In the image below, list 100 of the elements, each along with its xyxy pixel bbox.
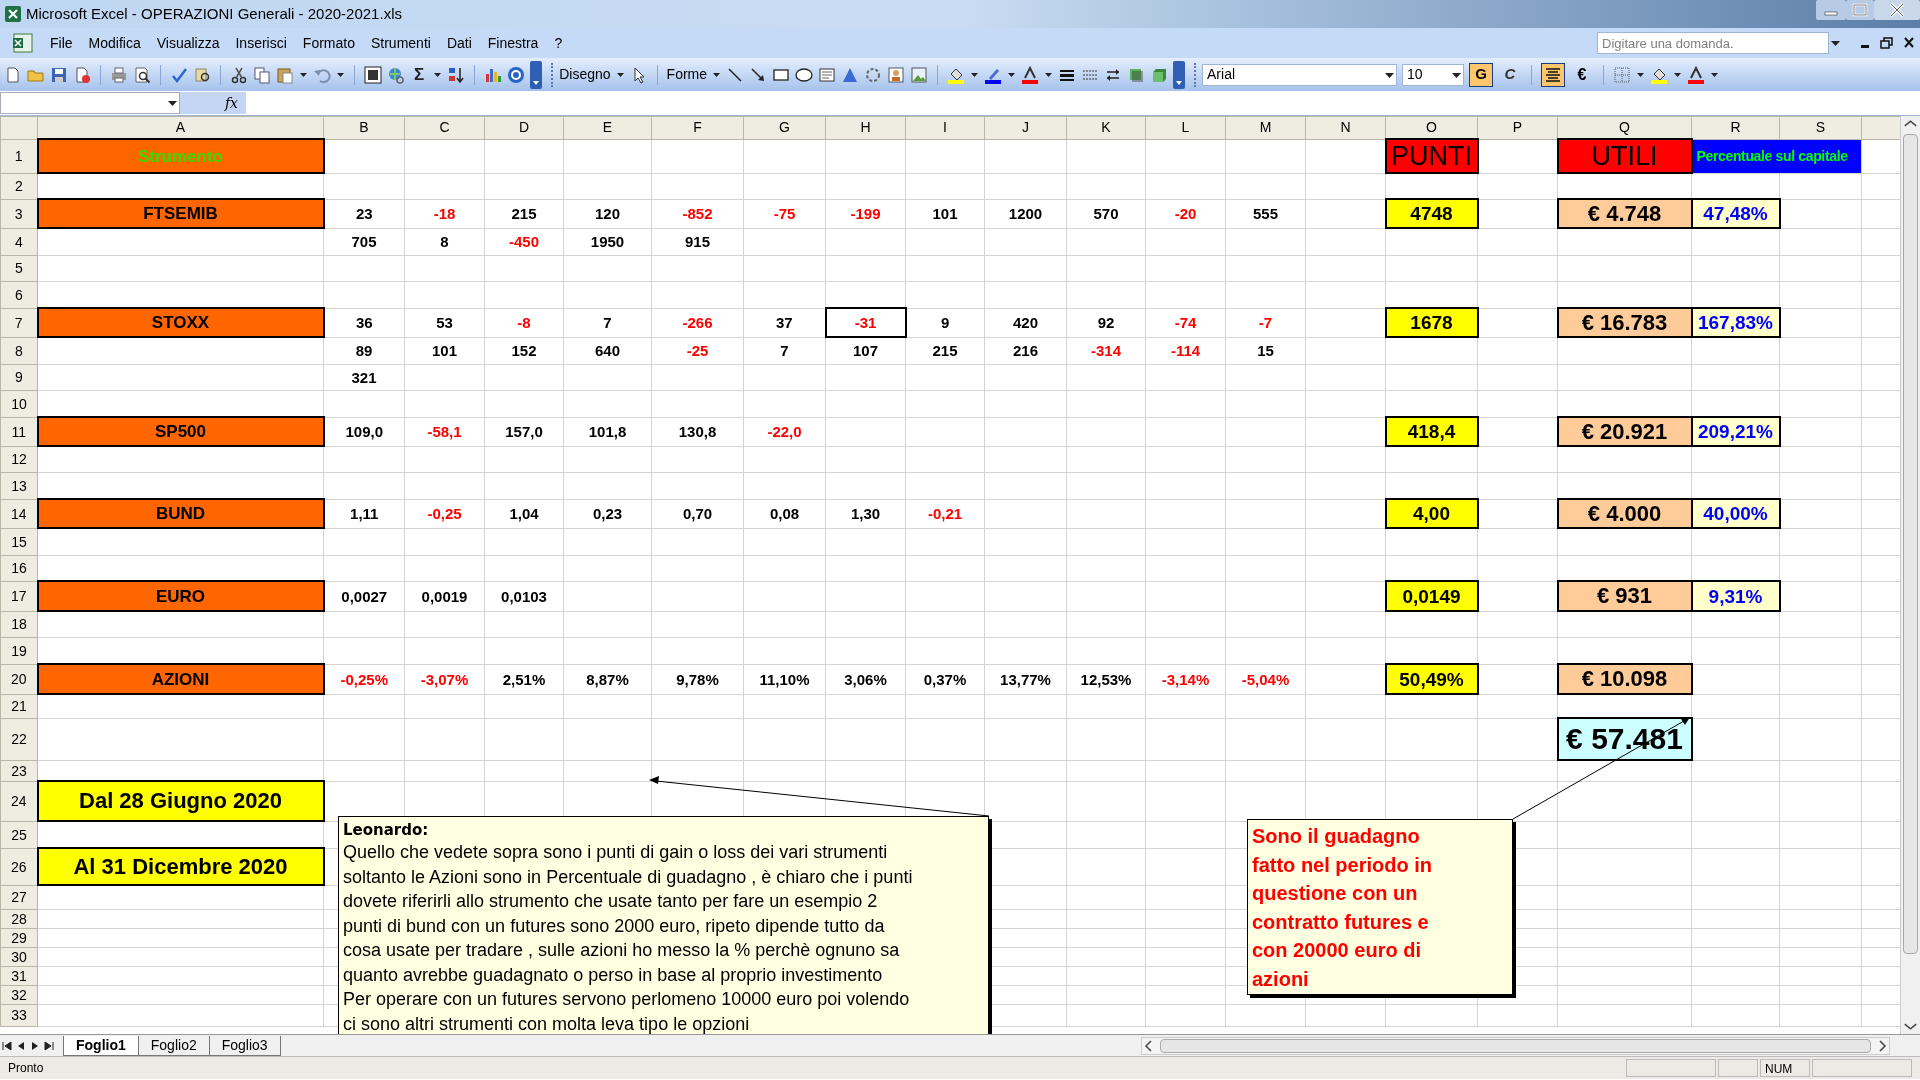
font-color-icon[interactable]	[1021, 65, 1040, 84]
row-header[interactable]: 16	[0, 555, 38, 581]
caret-icon[interactable]	[1673, 70, 1683, 79]
menu-item[interactable]: Formato	[294, 32, 363, 54]
bold-button[interactable]: G	[1469, 62, 1494, 87]
row-header[interactable]: 13	[0, 472, 38, 499]
font-name-field[interactable]: Arial	[1202, 63, 1398, 86]
row-header[interactable]: 1	[0, 139, 38, 173]
font-color-icon[interactable]	[1687, 65, 1706, 84]
excel-icon[interactable]	[12, 32, 34, 54]
caret-icon[interactable]	[299, 70, 308, 79]
caret-icon[interactable]	[1636, 70, 1646, 79]
clip-art-icon[interactable]	[887, 65, 906, 84]
print-preview-icon[interactable]	[133, 65, 151, 84]
row-header[interactable]: 21	[0, 694, 38, 718]
column-header[interactable]: K	[1066, 116, 1146, 139]
toolbar-options-icon[interactable]	[530, 60, 543, 89]
row-header[interactable]: 4	[0, 228, 38, 255]
close-icon[interactable]	[1902, 37, 1916, 49]
scroll-thumb[interactable]	[1159, 1038, 1871, 1053]
column-header[interactable]: S	[1779, 116, 1862, 139]
caret-icon[interactable]	[336, 70, 345, 79]
column-header[interactable]: G	[743, 116, 826, 139]
caret-icon[interactable]	[1007, 70, 1017, 79]
sheet-tab[interactable]: Foglio3	[208, 1036, 281, 1056]
row-header[interactable]: 19	[0, 637, 38, 664]
row-header[interactable]: 5	[0, 255, 38, 281]
row-header[interactable]: 20	[0, 664, 38, 694]
sheet-tab[interactable]: Foglio1	[63, 1036, 139, 1056]
caret-icon[interactable]	[712, 70, 722, 79]
text-box-icon[interactable]	[818, 65, 837, 84]
cut-icon[interactable]	[230, 65, 248, 84]
row-header[interactable]: 7	[0, 308, 38, 337]
new-document-icon[interactable]	[4, 65, 22, 84]
column-header[interactable]: F	[651, 116, 744, 139]
italic-button[interactable]: C	[1498, 62, 1523, 87]
copy-icon[interactable]	[253, 65, 271, 84]
row-header[interactable]: 6	[0, 281, 38, 308]
close-button[interactable]	[1874, 0, 1920, 20]
row-header[interactable]: 11	[0, 417, 38, 446]
image-icon[interactable]	[910, 65, 929, 84]
row-header[interactable]: 33	[0, 1004, 38, 1026]
align-center-button[interactable]	[1541, 62, 1566, 87]
menu-item[interactable]: Strumenti	[362, 32, 439, 54]
row-header[interactable]: 10	[0, 390, 38, 417]
horizontal-scrollbar[interactable]	[1140, 1036, 1890, 1055]
shapes-menu[interactable]: Forme	[666, 64, 708, 85]
row-header[interactable]: 26	[0, 848, 38, 885]
caret-icon[interactable]	[1044, 70, 1054, 79]
currency-button[interactable]: €	[1570, 62, 1595, 87]
column-header[interactable]: A	[37, 116, 324, 139]
help-search-field[interactable]: Digitare una domanda.	[1597, 32, 1829, 54]
row-header[interactable]: 9	[0, 364, 38, 390]
column-header[interactable]: P	[1477, 116, 1558, 139]
toolbar-options-icon[interactable]	[1173, 60, 1186, 89]
row-header[interactable]: 18	[0, 611, 38, 637]
vertical-scrollbar[interactable]	[1900, 116, 1920, 1034]
caret-icon[interactable]	[1710, 70, 1720, 79]
menu-item[interactable]: Visualizza	[148, 32, 228, 54]
row-header[interactable]: 22	[0, 718, 38, 760]
column-header[interactable]: N	[1305, 116, 1386, 139]
column-header[interactable]: Q	[1557, 116, 1692, 139]
autosum-button[interactable]: Σ	[410, 61, 429, 88]
caret-icon[interactable]	[615, 70, 625, 79]
column-header[interactable]: C	[404, 116, 485, 139]
column-header[interactable]: L	[1145, 116, 1226, 139]
menu-item[interactable]: Dati	[438, 32, 480, 54]
caret-icon[interactable]	[970, 70, 980, 79]
column-header[interactable]: D	[484, 116, 564, 139]
permission-icon[interactable]	[73, 65, 91, 84]
column-header[interactable]: H	[825, 116, 906, 139]
column-header[interactable]: R	[1691, 116, 1780, 139]
row-header[interactable]: 27	[0, 885, 38, 909]
column-header[interactable]: B	[323, 116, 405, 139]
font-size-field[interactable]: 10	[1402, 63, 1465, 86]
row-header[interactable]: 3	[0, 199, 38, 228]
dropdown-icon[interactable]	[1829, 38, 1842, 48]
dropdown-icon[interactable]	[166, 98, 179, 108]
row-header[interactable]: 8	[0, 337, 38, 364]
column-header[interactable]: J	[984, 116, 1067, 139]
menu-item[interactable]: File	[42, 32, 81, 54]
menu-item[interactable]: Inserisci	[227, 32, 295, 54]
row-header[interactable]: 15	[0, 528, 38, 555]
row-header[interactable]: 23	[0, 760, 38, 781]
row-header[interactable]: 25	[0, 821, 38, 848]
menu-item[interactable]: Finestra	[479, 32, 547, 54]
row-header[interactable]: 12	[0, 446, 38, 472]
column-header[interactable]: I	[905, 116, 985, 139]
menu-item[interactable]: ?	[546, 32, 571, 54]
help-icon[interactable]	[507, 65, 526, 84]
sheet-tab[interactable]: Foglio2	[137, 1036, 210, 1056]
row-header[interactable]: 17	[0, 581, 38, 611]
restore-icon[interactable]	[1880, 37, 1894, 49]
menu-item[interactable]: Modifica	[80, 32, 149, 54]
paste-icon[interactable]	[276, 65, 294, 84]
column-header[interactable]: E	[563, 116, 652, 139]
row-header[interactable]: 2	[0, 173, 38, 199]
save-icon[interactable]	[50, 65, 68, 84]
scroll-thumb[interactable]	[1903, 134, 1918, 954]
sort-ascending-icon[interactable]	[447, 65, 466, 84]
